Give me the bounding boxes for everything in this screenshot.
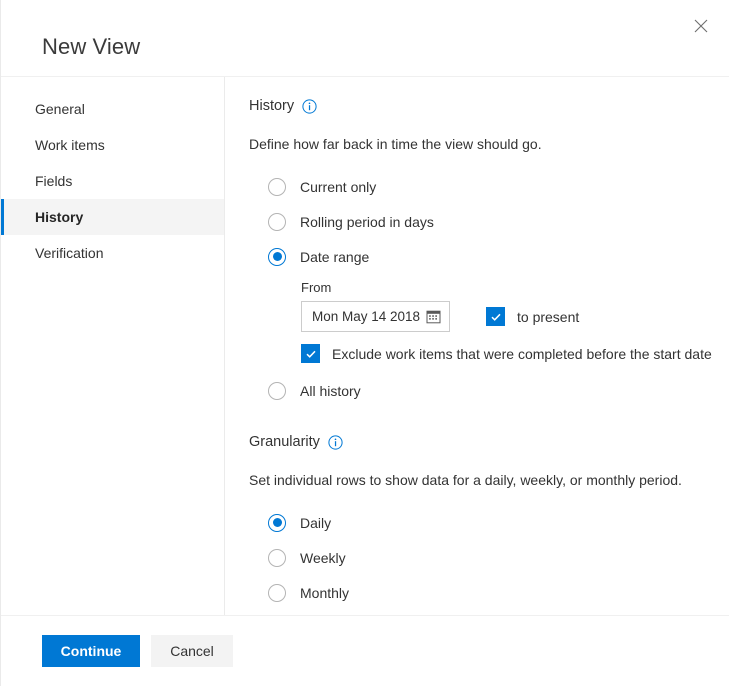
radio-current-only[interactable]: Current only — [249, 169, 705, 204]
radio-weekly[interactable]: Weekly — [249, 540, 705, 575]
radio-label: Rolling period in days — [300, 213, 434, 230]
radio-monthly[interactable]: Monthly — [249, 575, 705, 610]
page-title: New View — [42, 34, 141, 59]
from-date-row: Mon May 14 2018 to present — [301, 301, 705, 333]
close-icon — [694, 19, 708, 33]
radio-indicator — [268, 548, 286, 567]
exclude-completed-checkbox-row[interactable]: Exclude work items that were completed b… — [301, 344, 712, 364]
calendar-icon[interactable] — [426, 309, 441, 324]
continue-button[interactable]: Continue — [42, 635, 140, 667]
dialog-header: New View — [1, 0, 729, 77]
radio-indicator — [268, 212, 286, 231]
close-button[interactable] — [683, 8, 719, 44]
radio-label: All history — [300, 382, 361, 399]
from-date-input[interactable]: Mon May 14 2018 — [301, 301, 450, 333]
info-icon[interactable] — [302, 99, 317, 114]
history-heading: History — [249, 98, 295, 115]
radio-label: Current only — [300, 178, 377, 195]
exclude-completed-label: Exclude work items that were completed b… — [332, 345, 712, 362]
history-description: Define how far back in time the view sho… — [249, 136, 542, 152]
to-present-checkbox-row[interactable]: to present — [486, 307, 580, 327]
granularity-description: Set individual rows to show data for a d… — [249, 472, 682, 489]
radio-all-history[interactable]: All history — [249, 373, 705, 408]
new-view-dialog: New View General Work items Fields Histo… — [0, 0, 729, 686]
to-present-checkbox[interactable] — [486, 307, 505, 327]
cancel-button[interactable]: Cancel — [151, 635, 233, 667]
radio-indicator — [268, 583, 286, 602]
sidebar-item-general[interactable]: General — [1, 91, 224, 127]
radio-indicator — [268, 177, 286, 196]
dialog-footer: Continue Cancel — [1, 615, 729, 686]
radio-label: Weekly — [300, 549, 346, 566]
sidebar-item-work-items[interactable]: Work items — [1, 127, 224, 163]
sidebar-item-label: Work items — [35, 137, 105, 153]
radio-label: Daily — [300, 514, 332, 531]
history-section-header: History — [249, 99, 705, 114]
dialog-body: General Work items Fields History Verifi… — [1, 77, 729, 615]
sidebar-item-label: History — [35, 209, 84, 225]
from-date-value: Mon May 14 2018 — [312, 309, 421, 325]
radio-indicator — [268, 513, 286, 532]
radio-indicator — [268, 247, 286, 266]
radio-label: Date range — [300, 248, 370, 265]
info-icon[interactable] — [328, 435, 343, 450]
sidebar-item-verification[interactable]: Verification — [1, 235, 224, 271]
radio-date-range[interactable]: Date range — [249, 239, 705, 274]
granularity-heading: Granularity — [249, 434, 320, 451]
sidebar-nav: General Work items Fields History Verifi… — [1, 77, 225, 615]
radio-rolling-period[interactable]: Rolling period in days — [249, 204, 705, 239]
date-range-panel: From Mon May 14 2018 to present Exclude … — [249, 274, 712, 364]
radio-indicator — [268, 381, 286, 400]
sidebar-item-history[interactable]: History — [1, 199, 224, 235]
sidebar-item-fields[interactable]: Fields — [1, 163, 224, 199]
settings-content: History Define how far back in time the … — [225, 77, 729, 615]
sidebar-item-label: Fields — [35, 173, 73, 189]
exclude-completed-checkbox[interactable] — [301, 344, 320, 364]
granularity-section-header: Granularity — [249, 435, 705, 450]
radio-label: Monthly — [300, 584, 350, 601]
sidebar-item-label: Verification — [35, 245, 104, 261]
radio-daily[interactable]: Daily — [249, 505, 705, 540]
to-present-label: to present — [517, 308, 580, 325]
sidebar-item-label: General — [35, 101, 85, 117]
from-label: From — [301, 280, 332, 296]
